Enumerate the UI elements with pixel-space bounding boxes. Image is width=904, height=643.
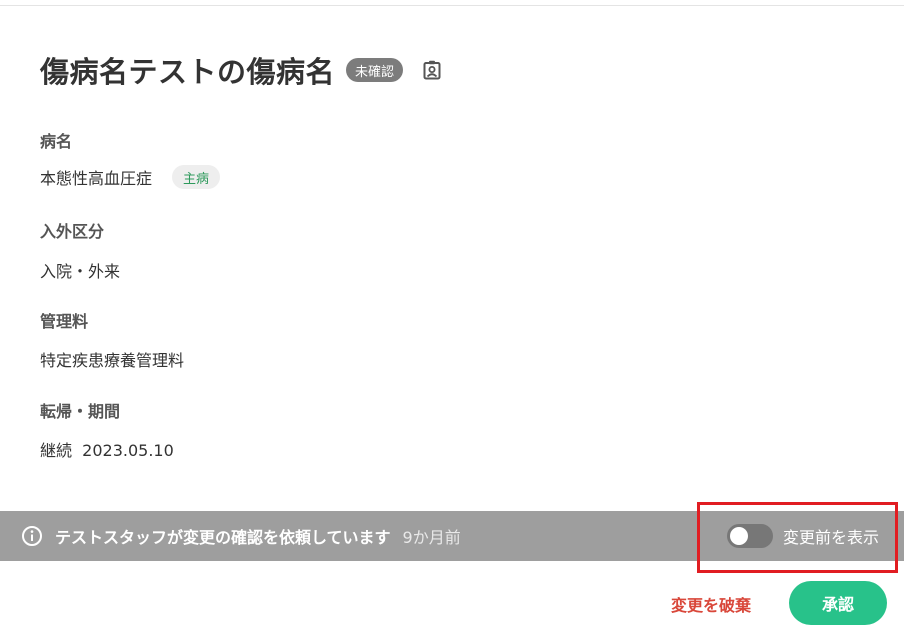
toggle-knob <box>730 527 748 545</box>
notice-time: 9か月前 <box>402 528 461 547</box>
admission-type-value: 入院・外来 <box>40 262 121 281</box>
disease-detail-page: 傷病名テストの傷病名 未確認 病名 本態性高血圧症 主病 入外区分 入院・外来 … <box>0 0 904 643</box>
disease-label: 病名 <box>40 132 73 151</box>
notice-text: テストスタッフが変更の確認を依頼しています 9か月前 <box>55 511 461 561</box>
info-icon <box>21 525 43 547</box>
title-row: 傷病名テストの傷病名 未確認 <box>40 50 443 90</box>
id-card-icon[interactable] <box>421 59 443 81</box>
show-previous-label[interactable]: 変更前を表示 <box>783 511 879 561</box>
status-badge: 未確認 <box>346 58 404 82</box>
main-disease-badge: 主病 <box>172 165 221 189</box>
disease-value: 本態性高血圧症 <box>40 169 153 188</box>
admission-type-label: 入外区分 <box>40 222 105 241</box>
discard-changes-button[interactable]: 変更を破棄 <box>665 584 757 624</box>
management-fee-label: 管理料 <box>40 312 89 331</box>
notice-message: テストスタッフが変更の確認を依頼しています <box>55 528 391 547</box>
top-divider <box>0 5 904 6</box>
outcome-period-value: 継続 2023.05.10 <box>40 441 174 460</box>
show-previous-toggle[interactable] <box>727 524 773 548</box>
outcome-period-label: 転帰・期間 <box>40 402 121 421</box>
management-fee-value: 特定疾患療養管理料 <box>40 351 185 370</box>
disease-value-row: 本態性高血圧症 主病 <box>40 164 221 190</box>
page-title: 傷病名テストの傷病名 <box>40 55 336 89</box>
approve-button[interactable]: 承認 <box>789 581 887 625</box>
